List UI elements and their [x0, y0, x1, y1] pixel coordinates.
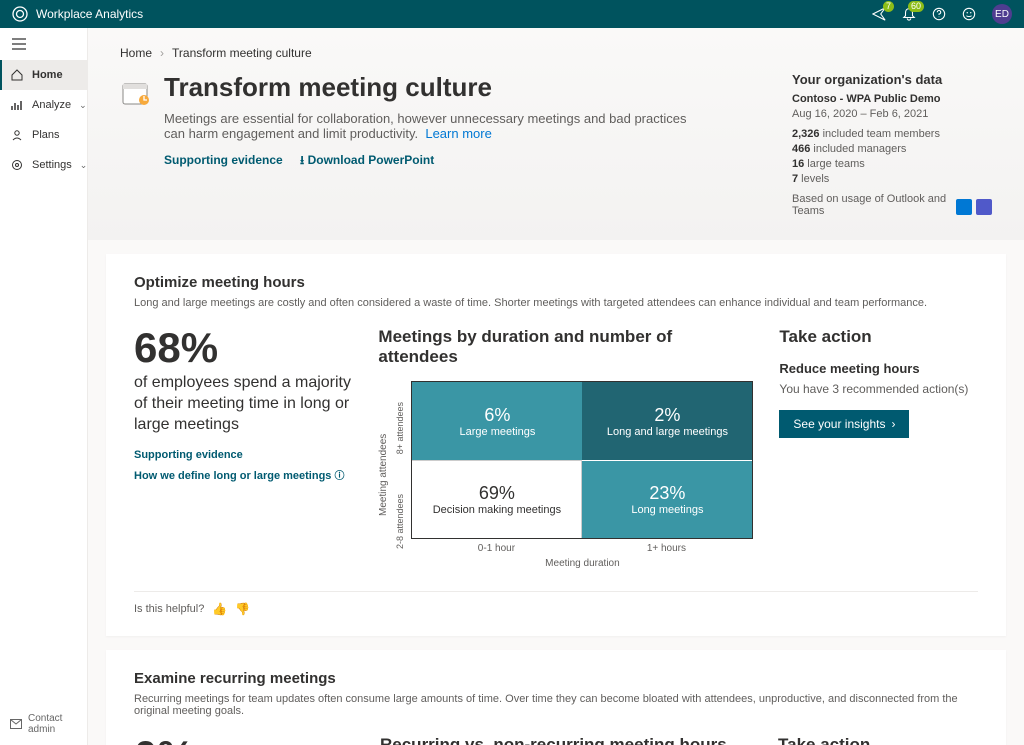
define-meetings-link[interactable]: How we define long or large meetings ⓘ — [134, 467, 352, 482]
take-action-title: Take action — [778, 735, 978, 745]
app-name: Workplace Analytics — [36, 7, 143, 21]
see-insights-button[interactable]: See your insights › — [779, 410, 909, 438]
card-subtitle: Long and large meetings are costly and o… — [134, 297, 978, 309]
breadcrumb: Home › Transform meeting culture — [120, 46, 992, 60]
page-title: Transform meeting culture — [164, 72, 704, 103]
top-bar: Workplace Analytics 7 60 ED — [0, 0, 1024, 28]
app-logo-icon — [12, 6, 28, 22]
breadcrumb-home[interactable]: Home — [120, 46, 152, 60]
chart-title: Recurring vs. non-recurring meeting hour… — [380, 735, 752, 745]
org-data-panel: Your organization's data Contoso - WPA P… — [792, 72, 992, 220]
analyze-icon — [10, 98, 24, 112]
contact-admin[interactable]: Contact admin — [0, 703, 87, 745]
nav-home[interactable]: Home — [0, 60, 87, 90]
nav-plans[interactable]: Plans — [0, 120, 87, 150]
card-title: Optimize meeting hours — [134, 274, 978, 291]
nav-settings[interactable]: Settings ⌄ — [0, 150, 87, 180]
download-powerpoint-link[interactable]: ⭳ Download PowerPoint — [300, 153, 434, 167]
gear-icon — [10, 158, 24, 172]
hamburger-icon[interactable] — [0, 28, 87, 60]
smile-icon[interactable] — [962, 7, 976, 21]
page-icon — [120, 78, 150, 108]
bell-badge: 60 — [908, 1, 924, 12]
helpful-row: Is this helpful? 👍 👎 — [134, 591, 978, 616]
teams-icon — [976, 199, 992, 215]
send-badge: 7 — [883, 1, 894, 12]
stat-value: 68% — [134, 327, 352, 369]
chevron-down-icon: ⌄ — [79, 100, 87, 111]
nav-analyze[interactable]: Analyze ⌄ — [0, 90, 87, 120]
card-title: Examine recurring meetings — [134, 670, 978, 687]
chevron-down-icon: ⌄ — [80, 160, 88, 171]
hero-section: Home › Transform meeting culture Transfo… — [88, 28, 1024, 240]
matrix-cell-large: 6% Large meetings — [412, 382, 582, 460]
card-subtitle: Recurring meetings for team updates ofte… — [134, 693, 978, 717]
user-avatar[interactable]: ED — [992, 4, 1012, 24]
thumbs-up-icon[interactable]: 👍 — [212, 602, 227, 616]
stat-description: of employees spend a majority of their m… — [134, 373, 352, 435]
chevron-right-icon: › — [891, 417, 895, 431]
send-icon[interactable]: 7 — [872, 7, 886, 21]
mail-icon — [10, 719, 22, 729]
main-content: Home › Transform meeting culture Transfo… — [88, 28, 1024, 745]
supporting-evidence-link[interactable]: Supporting evidence — [134, 449, 352, 461]
bell-icon[interactable]: 60 — [902, 7, 916, 21]
home-icon — [10, 68, 24, 82]
thumbs-down-icon[interactable]: 👎 — [235, 602, 250, 616]
chevron-right-icon: › — [160, 46, 164, 60]
info-icon: ⓘ — [334, 471, 344, 482]
matrix-cell-decision: 69% Decision making meetings — [412, 460, 582, 538]
matrix-cell-long: 23% Long meetings — [582, 460, 752, 538]
learn-more-link[interactable]: Learn more — [425, 126, 491, 141]
outlook-icon — [956, 199, 972, 215]
breadcrumb-current: Transform meeting culture — [172, 46, 312, 60]
action-subtitle: Reduce meeting hours — [779, 361, 978, 376]
recurring-meetings-card: Examine recurring meetings Recurring mee… — [106, 650, 1006, 745]
help-icon[interactable] — [932, 7, 946, 21]
download-icon: ⭳ — [300, 153, 304, 167]
chart-title: Meetings by duration and number of atten… — [378, 327, 753, 367]
supporting-evidence-link[interactable]: Supporting evidence — [164, 153, 283, 167]
page-description: Meetings are essential for collaboration… — [164, 111, 704, 141]
take-action-title: Take action — [779, 327, 978, 347]
action-description: You have 3 recommended action(s) — [779, 382, 978, 396]
matrix-chart: Meeting attendees 8+ attendees 2-8 atten… — [378, 381, 753, 569]
stat-value: 0% — [134, 735, 354, 745]
matrix-cell-long-large: 2% Long and large meetings — [582, 382, 752, 460]
sidebar: Home Analyze ⌄ Plans Settings ⌄ Contact … — [0, 28, 88, 745]
plans-icon — [10, 128, 24, 142]
optimize-meeting-card: Optimize meeting hours Long and large me… — [106, 254, 1006, 636]
org-title: Your organization's data — [792, 72, 992, 87]
